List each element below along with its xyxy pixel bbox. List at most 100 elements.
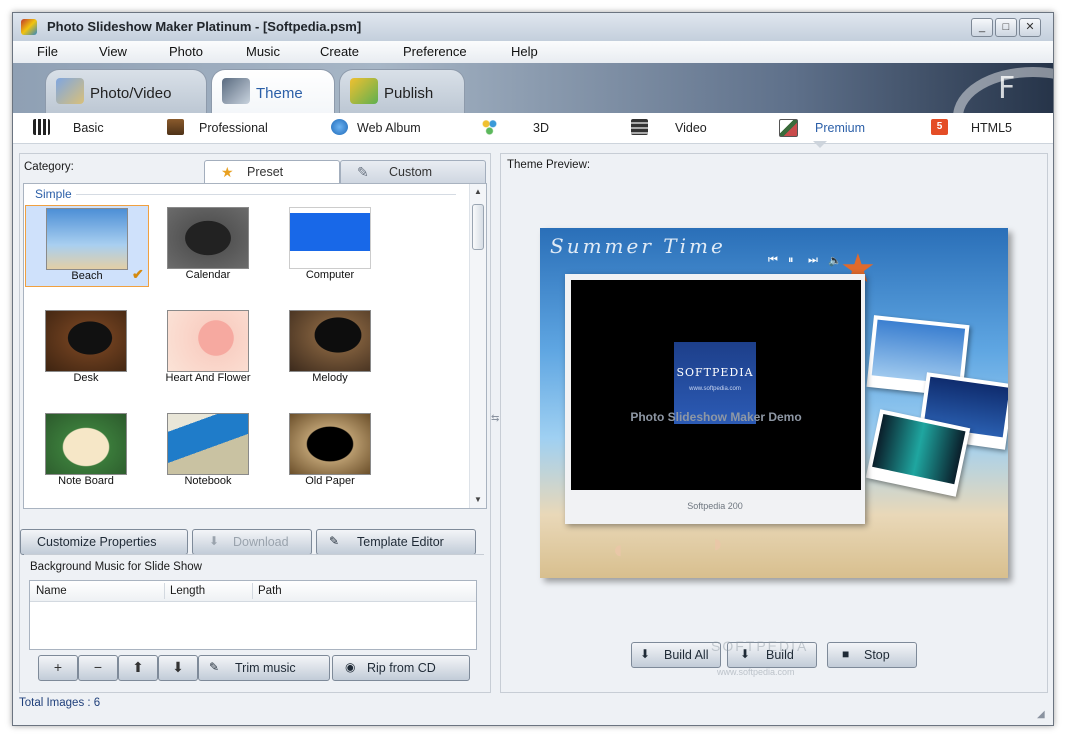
stop-button[interactable]: ■ Stop — [827, 642, 917, 668]
theme-label-old-paper: Old Paper — [305, 475, 355, 487]
main-tab-bar: F Photo/Video Theme Publish — [13, 63, 1053, 113]
wrench-icon: ✎ — [357, 164, 369, 180]
column-path[interactable]: Path — [258, 585, 282, 597]
arrow-down-icon: ⬇ — [172, 659, 184, 675]
remove-music-button[interactable]: − — [78, 655, 118, 681]
desk-thumbnail — [45, 310, 127, 372]
theme-selection-pane: Category: ★ Preset ✎ Custom Simple Beach… — [19, 153, 491, 693]
menu-preference[interactable]: Preference — [403, 44, 467, 59]
star-icon: ★ — [221, 164, 234, 180]
scroll-up-icon[interactable]: ▲ — [474, 187, 482, 196]
theme-thumb-notebook[interactable]: Notebook — [147, 411, 269, 491]
resize-grip-icon[interactable]: ◢ — [1037, 709, 1045, 720]
subtab-premium[interactable]: Premium — [779, 119, 879, 137]
template-editor-button[interactable]: ✎ Template Editor — [316, 529, 476, 555]
theme-label-beach: Beach — [71, 270, 103, 282]
pane-splitter-grip[interactable]: ⇆ — [491, 413, 499, 424]
trim-music-button[interactable]: ✎ Trim music — [198, 655, 330, 681]
theme-thumb-old-paper[interactable]: Old Paper — [269, 411, 391, 491]
column-separator — [164, 583, 165, 599]
menu-music[interactable]: Music — [246, 44, 280, 59]
skip-forward-icon[interactable]: ⏭ — [808, 254, 818, 267]
globe-icon — [331, 119, 348, 135]
maximize-button[interactable]: □ — [995, 18, 1017, 37]
tab-photo-video[interactable]: Photo/Video — [45, 69, 207, 113]
arrow-up-icon: ⬆ — [132, 659, 144, 675]
customize-properties-button[interactable]: Customize Properties — [20, 529, 188, 555]
music-list-header: Name Length Path — [30, 581, 476, 602]
summer-time-script: Summer Time — [550, 234, 726, 258]
preview-photo-frame: SOFTPEDIA www.softpedia.com Photo Slides… — [565, 274, 865, 524]
minimize-button[interactable]: _ — [971, 18, 993, 37]
theme-label-computer: Computer — [305, 269, 355, 281]
window-title: Photo Slideshow Maker Platinum - [Softpe… — [47, 19, 362, 34]
scroll-thumb[interactable] — [472, 204, 484, 250]
demo-overlay-text: Photo Slideshow Maker Demo — [630, 410, 802, 424]
menu-create[interactable]: Create — [320, 44, 359, 59]
menu-help[interactable]: Help — [511, 44, 538, 59]
tab-photo-video-label: Photo/Video — [90, 85, 172, 102]
rip-from-cd-label: Rip from CD — [367, 661, 436, 675]
subtab-web-album[interactable]: Web Album — [331, 119, 431, 137]
subtab-professional[interactable]: Professional — [167, 119, 277, 137]
add-music-button[interactable]: + — [38, 655, 78, 681]
subtab-basic[interactable]: Basic — [33, 119, 123, 137]
filmstrip-icon — [631, 119, 648, 135]
tab-publish[interactable]: Publish — [339, 69, 465, 113]
gallery-scrollbar[interactable]: ▲ ▼ — [469, 184, 486, 508]
move-down-button[interactable]: ⬇ — [158, 655, 198, 681]
category-label: Category: — [24, 161, 74, 173]
tab-theme-label: Theme — [256, 85, 303, 102]
theme-thumb-desk[interactable]: Desk — [25, 308, 147, 388]
theme-thumb-calendar[interactable]: Calendar — [147, 205, 269, 285]
softpedia-logo-text: SOFTPEDIA — [676, 366, 754, 379]
beach-thumbnail — [46, 208, 128, 270]
tab-custom[interactable]: ✎ Custom — [340, 160, 486, 183]
theme-film-icon — [222, 78, 250, 104]
theme-thumb-melody[interactable]: Melody — [269, 308, 391, 388]
menu-file[interactable]: File — [37, 44, 58, 59]
subtab-html5[interactable]: 5 HTML5 — [931, 119, 1021, 137]
theme-thumb-computer[interactable]: Computer — [269, 205, 391, 285]
build-all-button[interactable]: ⬇ Build All — [631, 642, 721, 668]
softpedia-logo-url: www.softpedia.com — [689, 386, 741, 392]
move-up-button[interactable]: ⬆ — [118, 655, 158, 681]
skip-back-icon[interactable]: ⏮ — [768, 254, 778, 267]
stop-label: Stop — [864, 648, 890, 662]
scroll-down-icon[interactable]: ▼ — [474, 495, 482, 504]
subtab-3d[interactable]: 3D — [481, 119, 551, 137]
shell-decoration: ◗ — [710, 528, 726, 558]
trim-music-label: Trim music — [235, 661, 296, 675]
theme-preview-pane: Theme Preview: Summer Time ⏮ ⏸ ⏭ 🔈 ★ SOF… — [500, 153, 1048, 693]
theme-thumb-beach[interactable]: Beach ✔ — [25, 205, 149, 287]
menu-bar: File View Photo Music Create Preference … — [13, 41, 1053, 64]
subtab-web-album-label: Web Album — [357, 121, 421, 135]
rip-from-cd-button[interactable]: ◉ Rip from CD — [332, 655, 470, 681]
close-button[interactable]: ✕ — [1019, 18, 1041, 37]
title-bar: Photo Slideshow Maker Platinum - [Softpe… — [13, 13, 1053, 42]
menu-photo[interactable]: Photo — [169, 44, 203, 59]
theme-thumb-note-board[interactable]: Note Board — [25, 411, 147, 491]
download-label: Download — [233, 535, 289, 549]
subtab-video[interactable]: Video — [631, 119, 711, 137]
cd-icon: ◉ — [345, 660, 356, 674]
build-all-label: Build All — [664, 648, 709, 662]
theme-label-note-board: Note Board — [58, 475, 114, 487]
music-list-table[interactable]: Name Length Path — [29, 580, 477, 650]
menu-view[interactable]: View — [99, 44, 127, 59]
theme-thumb-heart-and-flower[interactable]: Heart And Flower — [147, 308, 269, 388]
subtab-premium-label: Premium — [815, 121, 866, 135]
theme-label-heart-and-flower: Heart And Flower — [165, 372, 251, 384]
column-name[interactable]: Name — [36, 585, 67, 597]
group-label-simple: Simple — [35, 187, 72, 201]
tab-theme[interactable]: Theme — [211, 69, 335, 113]
background-music-title: Background Music for Slide Show — [30, 561, 202, 573]
pencil-icon: ✎ — [209, 660, 220, 674]
theme-preview-stage: Summer Time ⏮ ⏸ ⏭ 🔈 ★ SOFTPEDIA www.soft… — [540, 228, 1008, 578]
tab-publish-label: Publish — [384, 85, 434, 102]
download-button[interactable]: ⬇ Download — [192, 529, 312, 555]
column-length[interactable]: Length — [170, 585, 205, 597]
download-icon: ⬇ — [209, 534, 220, 548]
tab-preset[interactable]: ★ Preset — [204, 160, 340, 184]
pause-icon[interactable]: ⏸ — [788, 254, 794, 267]
